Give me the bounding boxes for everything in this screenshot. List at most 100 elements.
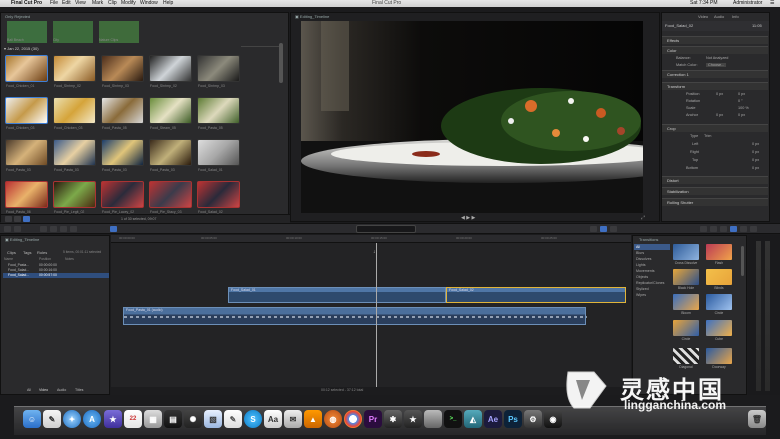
list-view-button[interactable] xyxy=(5,216,12,222)
maps-icon[interactable]: ◭ xyxy=(464,410,482,428)
clip-thumbnail[interactable] xyxy=(101,97,144,124)
transitions-scrollbar[interactable] xyxy=(741,246,744,276)
category-item[interactable]: Wipes xyxy=(634,292,670,298)
clip-thumbnail[interactable] xyxy=(5,55,48,82)
clip-thumbnail[interactable] xyxy=(149,139,192,166)
clip-thumbnail[interactable] xyxy=(149,55,192,82)
transition-thumbnail[interactable] xyxy=(706,294,732,310)
section-stabilization[interactable]: Stabilization xyxy=(662,187,768,195)
clip-thumbnail[interactable] xyxy=(101,55,144,82)
playhead[interactable] xyxy=(376,243,377,395)
transition-thumbnail[interactable] xyxy=(673,269,699,285)
solo-button[interactable] xyxy=(610,226,617,232)
clip-thumbnail[interactable] xyxy=(53,181,96,208)
after-effects-icon[interactable]: Ae xyxy=(484,410,502,428)
transitions-button[interactable] xyxy=(730,226,737,232)
textedit-icon[interactable]: ✎ xyxy=(224,410,242,428)
menu-window[interactable]: Window xyxy=(140,0,158,7)
position-x-value[interactable]: 0 px xyxy=(716,92,723,96)
premiere-icon[interactable]: Pr xyxy=(364,410,382,428)
clip-thumbnail[interactable] xyxy=(149,97,192,124)
clip-thumbnail[interactable] xyxy=(5,97,48,124)
clip-thumbnail[interactable] xyxy=(53,55,96,82)
camera-icon[interactable]: ◉ xyxy=(544,410,562,428)
column-position[interactable]: Position xyxy=(39,257,51,261)
index-filter-all[interactable]: All xyxy=(27,388,31,392)
clip-thumbnail[interactable] xyxy=(5,139,48,166)
match-color-button[interactable]: Choose... xyxy=(706,63,727,67)
browser-scrollbar[interactable] xyxy=(279,43,283,83)
tab-audio[interactable]: Audio xyxy=(714,14,724,19)
import-button[interactable] xyxy=(4,226,11,232)
transition-thumbnail[interactable] xyxy=(706,244,732,260)
crop-right-value[interactable]: 0 px xyxy=(752,150,759,154)
crop-left-value[interactable]: 0 px xyxy=(752,142,759,146)
crop-bottom-value[interactable]: 0 px xyxy=(752,166,759,170)
finder-icon[interactable]: ☺ xyxy=(23,410,41,428)
menu-edit[interactable]: Edit xyxy=(62,0,71,7)
chrome-icon[interactable] xyxy=(344,410,362,428)
keyword-button[interactable] xyxy=(14,226,21,232)
tab-video[interactable]: Video xyxy=(698,14,708,19)
column-name[interactable]: Name xyxy=(4,257,13,261)
append-button[interactable] xyxy=(60,226,67,232)
index-tab-clips[interactable]: Clips xyxy=(7,250,16,255)
app-menu[interactable]: Final Cut Pro xyxy=(11,0,42,7)
timeline-primary-clip[interactable]: Food_Pasta_01 (audio) xyxy=(123,307,587,325)
photoshop-icon[interactable]: Ps xyxy=(504,410,522,428)
clip-thumbnail[interactable] xyxy=(53,97,96,124)
imovie-icon[interactable]: ★ xyxy=(104,410,122,428)
connect-button[interactable] xyxy=(40,226,47,232)
scale-value[interactable]: 100 % xyxy=(738,106,749,110)
index-filter-video[interactable]: Video xyxy=(39,388,48,392)
basketball-icon[interactable]: ◍ xyxy=(324,410,342,428)
section-effects[interactable]: Effects xyxy=(662,36,768,44)
video-frame[interactable] xyxy=(301,21,643,213)
section-crop[interactable]: Crop xyxy=(662,124,768,132)
section-distort[interactable]: Distort xyxy=(662,176,768,184)
section-transform[interactable]: Transform xyxy=(662,82,768,90)
overwrite-button[interactable] xyxy=(70,226,77,232)
column-notes[interactable]: Notes xyxy=(65,257,74,261)
clip-thumbnail[interactable] xyxy=(101,139,144,166)
clip-thumbnail[interactable] xyxy=(197,139,240,166)
compressor-icon[interactable]: ✱ xyxy=(384,410,402,428)
menu-clip[interactable]: Clip xyxy=(108,0,117,7)
transition-thumbnail[interactable] xyxy=(706,320,732,336)
crop-type-value[interactable]: Trim xyxy=(704,134,711,138)
menu-help[interactable]: Help xyxy=(163,0,173,7)
transition-thumbnail[interactable] xyxy=(706,269,732,285)
themes-button[interactable] xyxy=(750,226,757,232)
iphoto-icon[interactable]: ✺ xyxy=(184,410,202,428)
clip-appearance-button[interactable] xyxy=(23,216,30,222)
titles-button[interactable] xyxy=(720,226,727,232)
transition-thumbnail[interactable] xyxy=(673,244,699,260)
browser-filter-label[interactable]: Only Rejected xyxy=(5,14,30,19)
generators-button[interactable] xyxy=(740,226,747,232)
clip-thumbnail[interactable] xyxy=(5,181,48,208)
menu-mark[interactable]: Mark xyxy=(92,0,103,7)
mail-icon[interactable]: ✉ xyxy=(284,410,302,428)
clip-thumbnail[interactable] xyxy=(197,55,240,82)
trash-icon[interactable]: 🗑 xyxy=(748,410,766,428)
clapper-icon[interactable]: ▤ xyxy=(164,410,182,428)
notes-icon[interactable]: ✎ xyxy=(43,410,61,428)
clip-thumbnail[interactable] xyxy=(101,181,144,208)
timeline-ruler[interactable]: 00:00:00:00 00:00:05:00 00:00:10:00 00:0… xyxy=(111,235,631,243)
tab-info[interactable]: Info xyxy=(732,14,739,19)
transition-thumbnail[interactable] xyxy=(706,348,732,364)
photo-icon[interactable]: ▦ xyxy=(144,410,162,428)
index-tab-tags[interactable]: Tags xyxy=(23,250,31,255)
index-tab-roles[interactable]: Roles xyxy=(37,250,47,255)
table-row[interactable]: Food_Salad... 00:00:57:00 xyxy=(3,273,109,278)
user-name[interactable]: Administrator xyxy=(733,0,762,7)
fullscreen-icon[interactable]: ⤢ xyxy=(641,215,645,221)
transition-thumbnail[interactable] xyxy=(673,348,699,364)
terminal-icon[interactable]: >_ xyxy=(444,410,462,428)
tools-icon[interactable]: ⚙ xyxy=(524,410,542,428)
position-y-value[interactable]: 0 px xyxy=(738,92,745,96)
section-color[interactable]: Color xyxy=(662,46,768,54)
menu-modify[interactable]: Modify xyxy=(121,0,136,7)
play-icon[interactable]: ▶ xyxy=(466,215,470,221)
next-frame-icon[interactable]: ▶ xyxy=(472,215,476,221)
